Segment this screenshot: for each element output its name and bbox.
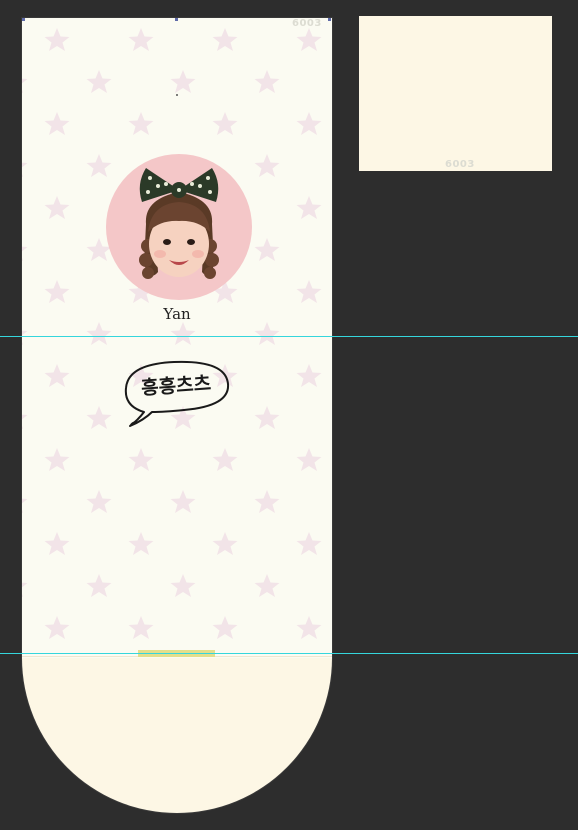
child-portrait-icon <box>139 168 219 279</box>
child-portrait <box>106 154 252 300</box>
sleeve-artboard[interactable]: 6003 Yan 흥흥츠츠 <box>22 18 332 813</box>
star-pattern-panel <box>22 18 332 658</box>
horizontal-guide-upper[interactable] <box>0 336 578 337</box>
horizontal-guide-lower[interactable] <box>0 653 578 654</box>
artboard-corner-handle[interactable] <box>328 18 331 21</box>
anchor-point <box>176 94 178 96</box>
swatch-code-label: 6003 <box>445 159 475 170</box>
artboard-code-label: 6003 <box>292 18 322 29</box>
artboard-center-handle[interactable] <box>175 18 178 21</box>
child-name: Yan <box>163 305 191 323</box>
artboard-corner-handle[interactable] <box>22 18 25 21</box>
color-swatch-artboard[interactable]: 6003 <box>359 16 552 171</box>
speech-bubble: 흥흥츠츠 <box>122 358 236 430</box>
